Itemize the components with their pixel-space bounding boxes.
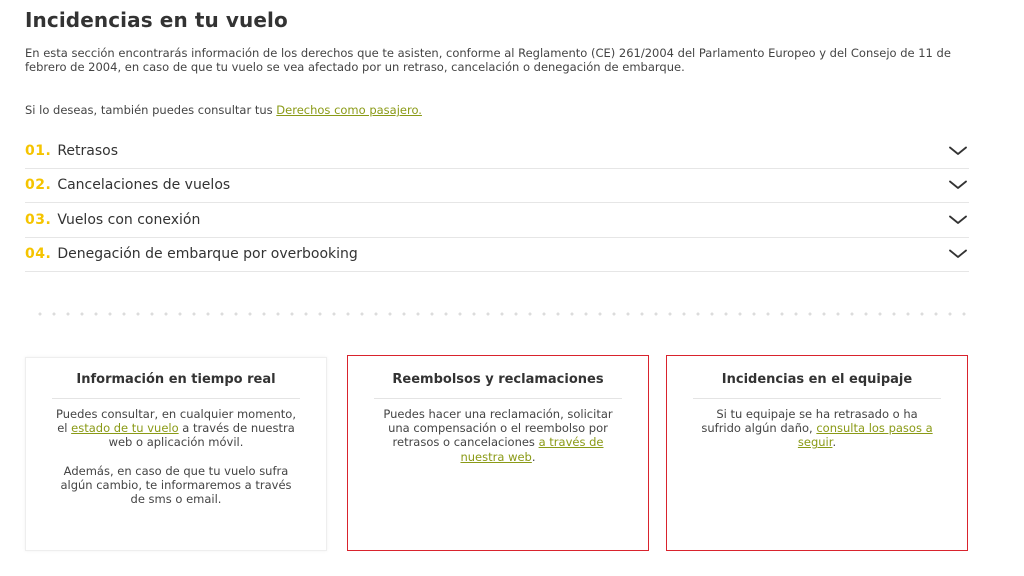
card-body: Puedes hacer una reclamación, solicitar … bbox=[376, 407, 620, 464]
card-title: Incidencias en el equipaje bbox=[693, 372, 941, 399]
card-paragraph: Puedes consultar, en cualquier momento, … bbox=[54, 407, 298, 450]
card-realtime-info: Información en tiempo real Puedes consul… bbox=[25, 357, 327, 551]
card-baggage-incidents: Incidencias en el equipaje Si tu equipaj… bbox=[666, 355, 968, 551]
accordion-number: 02. bbox=[25, 177, 52, 194]
consult-prefix: Si lo deseas, también puedes consultar t… bbox=[25, 103, 277, 117]
flight-status-link[interactable]: estado de tu vuelo bbox=[71, 421, 179, 435]
accordion-header: 03. Vuelos con conexión bbox=[25, 212, 200, 228]
consult-rights-text: Si lo deseas, también puedes consultar t… bbox=[25, 103, 969, 117]
accordion-item-overbooking[interactable]: 04. Denegación de embarque por overbooki… bbox=[25, 238, 969, 272]
info-cards: Información en tiempo real Puedes consul… bbox=[25, 355, 969, 551]
chevron-down-icon[interactable] bbox=[949, 215, 967, 225]
accordion-header: 04. Denegación de embarque por overbooki… bbox=[25, 246, 358, 262]
chevron-down-icon[interactable] bbox=[949, 180, 967, 190]
accordion-item-delays[interactable]: 01. Retrasos bbox=[25, 134, 969, 169]
page-title: Incidencias en tu vuelo bbox=[25, 8, 288, 32]
incidents-accordion: 01. Retrasos 02. Cancelaciones de vuelos… bbox=[25, 134, 969, 272]
card-text: . bbox=[832, 435, 837, 450]
card-title: Información en tiempo real bbox=[52, 372, 300, 399]
card-title: Reembolsos y reclamaciones bbox=[374, 372, 622, 399]
card-body: Puedes consultar, en cualquier momento, … bbox=[54, 407, 298, 506]
accordion-label: Retrasos bbox=[57, 142, 119, 159]
card-body: Si tu equipaje se ha retrasado o ha sufr… bbox=[695, 407, 939, 450]
accordion-number: 01. bbox=[25, 142, 52, 159]
card-text: . bbox=[531, 449, 536, 464]
baggage-steps-link[interactable]: consulta los pasos a seguir bbox=[798, 421, 933, 449]
dotted-divider bbox=[33, 312, 969, 316]
accordion-item-cancellations[interactable]: 02. Cancelaciones de vuelos bbox=[25, 169, 969, 203]
accordion-number: 03. bbox=[25, 211, 52, 228]
accordion-number: 04. bbox=[25, 246, 52, 263]
card-paragraph: Además, en caso de que tu vuelo sufra al… bbox=[60, 463, 292, 507]
card-refunds-claims: Reembolsos y reclamaciones Puedes hacer … bbox=[347, 355, 649, 551]
accordion-header: 01. Retrasos bbox=[25, 143, 118, 159]
accordion-header: 02. Cancelaciones de vuelos bbox=[25, 177, 230, 193]
chevron-down-icon[interactable] bbox=[949, 249, 967, 259]
accordion-label: Cancelaciones de vuelos bbox=[57, 177, 231, 194]
card-paragraph: Puedes hacer una reclamación, solicitar … bbox=[376, 407, 620, 464]
chevron-down-icon[interactable] bbox=[949, 146, 967, 156]
accordion-item-connections[interactable]: 03. Vuelos con conexión bbox=[25, 203, 969, 238]
intro-text: En esta sección encontrarás información … bbox=[25, 46, 951, 74]
passenger-rights-link[interactable]: Derechos como pasajero. bbox=[276, 103, 422, 117]
accordion-label: Vuelos con conexión bbox=[57, 211, 201, 228]
card-paragraph: Si tu equipaje se ha retrasado o ha sufr… bbox=[695, 407, 939, 450]
accordion-label: Denegación de embarque por overbooking bbox=[57, 246, 358, 263]
